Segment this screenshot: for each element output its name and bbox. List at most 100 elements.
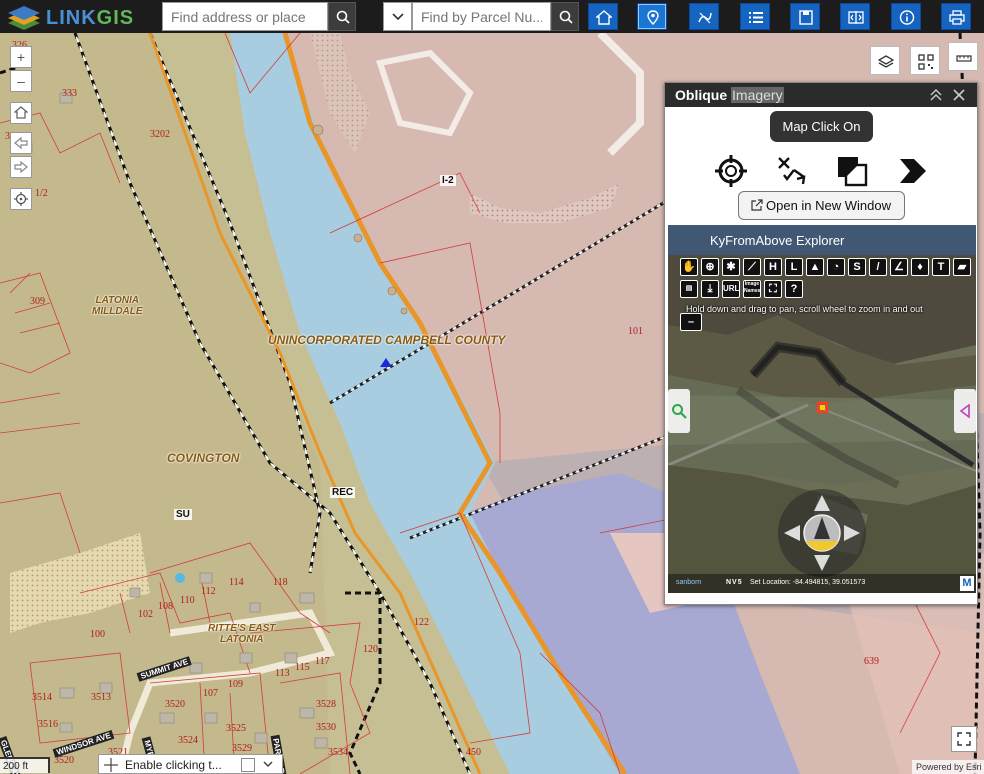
download-tool[interactable]: ⤓ <box>701 280 719 298</box>
home-icon <box>596 10 612 25</box>
arrow-right-icon <box>14 160 28 174</box>
parcel-number: 109 <box>228 679 243 690</box>
nv5-logo: NV5 <box>726 579 743 586</box>
coordinate-widget[interactable]: Enable clicking t... <box>98 754 283 774</box>
measure-tool[interactable]: ⟋ <box>743 258 761 276</box>
crop-tool[interactable]: ⛶ <box>764 280 782 298</box>
zone-label-su: SU <box>174 509 192 520</box>
zone-label-rec: REC <box>330 487 356 498</box>
parcel-number: 3534 <box>328 747 348 758</box>
layer-list-button[interactable] <box>740 3 770 30</box>
search-icon <box>559 10 573 24</box>
basemap-toggle-button[interactable] <box>948 42 978 71</box>
parcel-number: 3530 <box>316 722 336 733</box>
parcel-number: 108 <box>158 601 173 612</box>
my-location-button[interactable] <box>10 188 32 210</box>
area-label-latonia-milldale: LATONIA MILLDALE <box>92 295 143 317</box>
circle-tool[interactable]: ◔ <box>827 258 845 276</box>
qr-code-icon <box>918 54 934 70</box>
coordinate-prompt: Enable clicking t... <box>125 758 222 772</box>
crosshair-tool[interactable]: ⊕ <box>701 258 719 276</box>
next-extent-button[interactable] <box>10 156 32 178</box>
arrow-forward-icon[interactable] <box>896 155 928 187</box>
url-tool[interactable]: URL <box>722 280 740 298</box>
draw-icon <box>698 12 712 24</box>
search-type-dropdown[interactable] <box>383 2 412 31</box>
parcel-number: 3525 <box>226 723 246 734</box>
map-pin-icon <box>647 10 659 25</box>
zoom-out-button[interactable]: – <box>10 70 32 92</box>
address-search-field[interactable] <box>162 2 328 31</box>
open-new-window-button[interactable]: Open in New Window <box>738 191 905 220</box>
app-logo[interactable]: LINKGIS <box>6 3 146 31</box>
parcel-search-button[interactable] <box>551 2 579 31</box>
parcel-number: 120 <box>363 644 378 655</box>
previous-extent-button[interactable] <box>10 132 32 154</box>
pan-hand-tool[interactable]: ✋ <box>680 258 698 276</box>
line-tool[interactable]: / <box>869 258 887 276</box>
marker-tool[interactable]: ♦ <box>911 258 929 276</box>
parcel-number: 3513 <box>91 692 111 703</box>
explorer-zoom-out-button[interactable]: – <box>680 313 702 331</box>
parcel-number: 3520 <box>165 699 185 710</box>
close-icon[interactable] <box>950 86 968 104</box>
arrow-left-icon <box>14 136 28 150</box>
parcel-number: 3529 <box>232 743 252 754</box>
parcel-search-input[interactable] <box>413 3 550 30</box>
draw-button[interactable] <box>689 3 719 30</box>
panel-header[interactable]: Oblique Imagery <box>665 83 977 107</box>
parcel-number: 118 <box>273 577 288 588</box>
default-extent-button[interactable] <box>10 102 32 124</box>
compass-tool[interactable]: ✱ <box>722 258 740 276</box>
logo-text: LINKGIS <box>46 7 135 29</box>
print-button[interactable] <box>941 3 971 30</box>
compare-squares-icon[interactable] <box>836 155 868 187</box>
chevron-double-up-icon[interactable] <box>927 86 945 104</box>
area-label-rittes-east-latonia: RITTE'S EAST LATONIA <box>208 623 276 645</box>
kyfromabove-explorer-viewer[interactable]: KyFromAbove Explorer ✋ ⊕ ✱ ⟋ H L ▲ ◔ S /… <box>668 225 976 593</box>
area-tool[interactable]: ▲ <box>806 258 824 276</box>
parcel-search-field[interactable] <box>412 2 551 31</box>
fullscreen-button[interactable] <box>951 726 977 752</box>
coordinate-toggle-checkbox[interactable] <box>241 758 255 772</box>
layers-logo-icon <box>8 6 40 30</box>
address-search-button[interactable] <box>328 2 356 31</box>
eraser-tool[interactable]: ▰ <box>953 258 971 276</box>
target-north-icon[interactable] <box>715 155 747 187</box>
parcel-number: 3516 <box>38 719 58 730</box>
save-button[interactable] <box>790 3 820 30</box>
address-search-input[interactable] <box>163 3 327 30</box>
qr-code-button[interactable] <box>910 46 940 75</box>
info-button[interactable] <box>891 3 921 30</box>
top-toolbar: LINKGIS <box>0 0 984 33</box>
angle-tool[interactable]: ∠ <box>890 258 908 276</box>
explorer-side-panel-toggle[interactable] <box>954 389 976 433</box>
explorer-search-button[interactable] <box>668 389 690 433</box>
pdf-export-tool[interactable]: ▤ <box>680 280 698 298</box>
layers-button[interactable] <box>870 46 900 75</box>
parcel-number: 110 <box>180 595 195 606</box>
parcel-number: 117 <box>315 656 330 667</box>
locate-button[interactable] <box>637 3 667 30</box>
text-tool[interactable]: T <box>932 258 950 276</box>
swipe-button[interactable] <box>840 3 870 30</box>
height-tool[interactable]: H <box>764 258 782 276</box>
ruler-icon <box>956 55 972 62</box>
image-names-tool[interactable]: Image Names <box>743 280 761 298</box>
parcel-number: 112 <box>201 586 216 597</box>
cursor-pick-icon[interactable] <box>776 155 808 187</box>
zoom-in-button[interactable]: + <box>10 46 32 68</box>
parcel-number: 102 <box>138 609 153 620</box>
map-click-toggle-button[interactable]: Map Click On <box>770 111 873 142</box>
parcel-number: 107 <box>203 688 218 699</box>
crosshair-icon <box>14 192 28 206</box>
chevron-down-icon[interactable] <box>261 757 275 771</box>
help-tool[interactable]: ? <box>785 280 803 298</box>
explorer-m-logo[interactable]: M <box>960 576 974 591</box>
set-location-readout: Set Location: -84.494815, 39.051573 <box>750 579 866 586</box>
home-button[interactable] <box>588 3 618 30</box>
esri-attribution[interactable]: Powered by Esri <box>912 760 984 774</box>
length-tool[interactable]: L <box>785 258 803 276</box>
slope-tool[interactable]: S <box>848 258 866 276</box>
explorer-footer: sanborn NV5 Set Location: -84.494815, 39… <box>668 574 976 593</box>
